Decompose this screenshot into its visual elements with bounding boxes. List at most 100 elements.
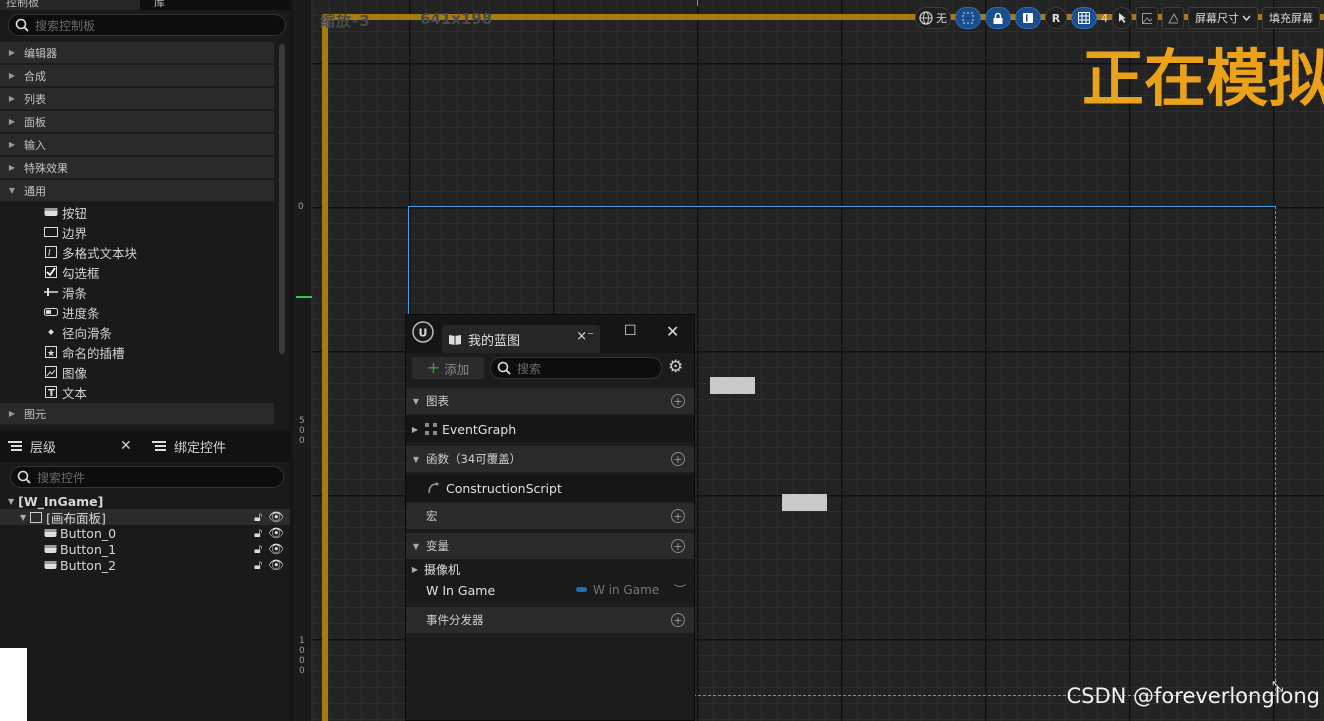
- widget-progress-bar[interactable]: 进度条: [44, 302, 100, 322]
- warning-button[interactable]: [1162, 7, 1184, 29]
- chevron-down-icon: ▼: [412, 454, 420, 464]
- tab-my-blueprint[interactable]: 我的蓝图 ×⁻: [442, 325, 600, 353]
- widget-image[interactable]: 图像: [44, 362, 87, 382]
- ruler-marker: [296, 296, 312, 298]
- widget-label: 图像: [62, 365, 88, 381]
- canvas-button-1[interactable]: [710, 377, 755, 394]
- item-construction-script[interactable]: ConstructionScript: [406, 475, 694, 501]
- section-functions[interactable]: ▼ 函数（34可覆盖） +: [406, 446, 694, 472]
- eye-icon[interactable]: 👁︎: [268, 557, 284, 573]
- hierarchy-search-input[interactable]: 搜索控件: [10, 466, 284, 488]
- add-label: 添加: [444, 361, 470, 377]
- add-circle-icon[interactable]: +: [671, 613, 685, 627]
- lock-toggle[interactable]: [985, 7, 1011, 29]
- add-circle-icon[interactable]: +: [671, 394, 685, 408]
- item-variable-w-in-game[interactable]: W In Game W in Game ︶: [406, 579, 694, 601]
- screen-size-dropdown[interactable]: 屏幕尺寸: [1188, 7, 1258, 29]
- ruler-marker: [697, 0, 698, 6]
- widget-border[interactable]: 边界: [44, 222, 87, 242]
- widget-label: 边界: [62, 225, 88, 241]
- palette-tabbar: 控制板 库: [0, 0, 290, 10]
- pointer-button[interactable]: [1112, 7, 1132, 29]
- resolution-label: 641x198: [420, 10, 493, 28]
- lock-icon[interactable]: 🔓︎: [254, 541, 262, 557]
- category-composite[interactable]: ▶ 合成: [0, 65, 274, 87]
- add-circle-icon[interactable]: +: [671, 509, 685, 523]
- tree-canvas-panel[interactable]: ▼ [画布面板] 🔓︎ 👁︎: [0, 509, 290, 526]
- category-panel[interactable]: ▶ 面板: [0, 111, 274, 133]
- widget-checkbox[interactable]: 勾选框: [44, 262, 100, 282]
- widget-named-slot[interactable]: ★ 命名的插槽: [44, 342, 125, 362]
- item-camera-category[interactable]: ▶ 摄像机: [406, 559, 694, 579]
- gear-icon[interactable]: ⚙: [668, 357, 683, 377]
- palette-scrollbar[interactable]: [279, 44, 285, 354]
- svg-text:T: T: [48, 388, 55, 398]
- tree-item[interactable]: Button_0 🔓︎ 👁︎: [44, 525, 290, 541]
- chevron-down-icon: ▼: [8, 496, 15, 506]
- category-special-effects[interactable]: ▶ 特殊效果: [0, 157, 274, 179]
- layout-toggle[interactable]: [1015, 7, 1041, 29]
- tab-library[interactable]: 库: [148, 0, 248, 10]
- add-circle-icon[interactable]: +: [671, 539, 685, 553]
- category-list[interactable]: ▶ 列表: [0, 88, 274, 110]
- eye-icon[interactable]: 👁︎: [268, 541, 284, 557]
- maximize-icon[interactable]: ☐: [624, 323, 637, 339]
- eye-icon[interactable]: 👁︎: [268, 509, 284, 525]
- image-icon: [1142, 12, 1152, 24]
- dashed-border-toggle[interactable]: [955, 7, 981, 29]
- section-graphs[interactable]: ▼ 图表 +: [406, 388, 694, 414]
- widget-label: 勾选框: [62, 265, 100, 281]
- canvas-button-2[interactable]: [782, 494, 827, 511]
- warning-icon: [1168, 12, 1178, 23]
- widget-text[interactable]: T 文本: [44, 382, 87, 402]
- eye-closed-icon[interactable]: ︶: [674, 581, 686, 598]
- item-event-graph[interactable]: ▶ EventGraph: [406, 416, 694, 442]
- category-common[interactable]: ▼ 通用: [0, 180, 274, 202]
- close-icon[interactable]: ✕: [120, 438, 132, 454]
- widget-radial-slider[interactable]: 径向滑条: [44, 322, 112, 342]
- chevron-down-icon: ▼: [412, 541, 420, 551]
- tab-palette[interactable]: 控制板: [0, 0, 140, 10]
- section-variables[interactable]: ▼ 变量 +: [406, 533, 694, 559]
- widget-label: 多格式文本块: [62, 245, 138, 261]
- grid-toggle[interactable]: [1071, 7, 1097, 29]
- image-button[interactable]: [1136, 7, 1158, 29]
- lock-icon[interactable]: 🔓︎: [254, 525, 262, 541]
- widget-label: 命名的插槽: [62, 345, 125, 361]
- section-event-dispatchers[interactable]: 事件分发器 +: [406, 607, 694, 633]
- section-macros[interactable]: 宏 +: [406, 503, 694, 529]
- category-input[interactable]: ▶ 输入: [0, 134, 274, 156]
- add-button[interactable]: + 添加: [412, 357, 484, 379]
- eye-icon[interactable]: 👁︎: [268, 525, 284, 541]
- tab-hierarchy[interactable]: 层级: [8, 432, 56, 460]
- widget-rich-text[interactable]: I 多格式文本块: [44, 242, 137, 262]
- lock-icon[interactable]: 🔓︎: [254, 509, 262, 525]
- cursor-icon: [1119, 13, 1126, 23]
- tree-item[interactable]: Button_1 🔓︎ 👁︎: [44, 541, 290, 557]
- widget-slider[interactable]: 滑条: [44, 282, 87, 302]
- tree-item[interactable]: Button_2 🔓︎ 👁︎: [44, 557, 290, 573]
- globe-button[interactable]: 无: [915, 7, 951, 29]
- lock-icon[interactable]: 🔓︎: [254, 557, 262, 573]
- widget-button[interactable]: 按钮: [44, 202, 87, 222]
- dashed-box-icon: [962, 12, 974, 24]
- grid-size-value: 4: [1101, 11, 1108, 25]
- category-label: 通用: [24, 184, 46, 198]
- add-circle-icon[interactable]: +: [671, 452, 685, 466]
- r-toggle[interactable]: R: [1045, 7, 1067, 29]
- category-editor[interactable]: ▶ 编辑器: [0, 42, 274, 64]
- fill-screen-dropdown[interactable]: 填充屏幕: [1262, 7, 1320, 29]
- category-primitive[interactable]: ▶ 图元: [0, 403, 274, 425]
- blueprint-title: 我的蓝图: [468, 333, 521, 349]
- close-window-icon[interactable]: ✕: [666, 322, 679, 341]
- watermark-text: CSDN @foreverlonglong: [1066, 684, 1320, 708]
- category-label: 合成: [24, 69, 46, 83]
- section-label: 函数（34可覆盖）: [426, 452, 522, 466]
- palette-search-input[interactable]: 搜索控制板: [8, 14, 286, 36]
- chevron-right-icon: ▶: [8, 94, 16, 103]
- variable-type: W in Game: [593, 583, 660, 597]
- close-tab-icon[interactable]: ×⁻: [576, 329, 594, 344]
- tab-bind-widgets[interactable]: 绑定控件: [152, 432, 226, 460]
- blueprint-search-placeholder: 搜索: [517, 361, 542, 376]
- blueprint-search-input[interactable]: 搜索: [490, 357, 662, 379]
